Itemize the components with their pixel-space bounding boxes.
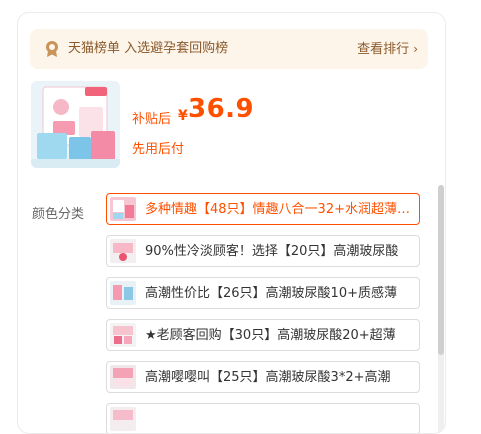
- options-scrollbar[interactable]: [438, 185, 444, 433]
- product-card: 天猫榜单 入选避孕套回购榜 查看排行 › 补贴后 ¥ 36.9 先用后付 颜色分类…: [17, 12, 446, 434]
- color-option-3[interactable]: 高潮性价比【26只】高潮玻尿酸10+质感薄: [106, 277, 420, 309]
- price-subsidy-label: 补贴后: [132, 112, 172, 127]
- color-option-6[interactable]: [106, 403, 420, 433]
- product-main-thumbnail[interactable]: [31, 81, 120, 168]
- scrollbar-thumb[interactable]: [438, 185, 444, 355]
- color-category-label: 颜色分类: [32, 207, 85, 222]
- color-option-5[interactable]: 高潮嘤嘤叫【25只】高潮玻尿酸3*2+高潮: [106, 361, 420, 393]
- color-option-label: 90%性冷淡顾客！选择【20只】高潮玻尿酸: [145, 244, 399, 259]
- color-option-label: 多种情趣【48只】情趣八合一32+水润超薄16: [145, 202, 413, 217]
- option-thumbnail: [110, 197, 136, 221]
- color-option-label: ★老顾客回购【30只】高潮玻尿酸20+超薄: [145, 328, 396, 343]
- ranking-badge-icon: [42, 39, 62, 59]
- ranking-banner[interactable]: 天猫榜单 入选避孕套回购榜 查看排行 ›: [30, 29, 428, 69]
- option-thumbnail: [110, 281, 136, 305]
- chevron-right-icon: ›: [413, 42, 418, 56]
- price-currency: ¥: [178, 108, 188, 124]
- view-ranking-label: 查看排行: [357, 42, 410, 57]
- ranking-text: 天猫榜单 入选避孕套回购榜: [68, 41, 229, 56]
- pay-later-label: 先用后付: [132, 142, 185, 157]
- option-thumbnail: [110, 239, 136, 263]
- color-option-1[interactable]: 多种情趣【48只】情趣八合一32+水润超薄16: [106, 193, 420, 225]
- option-thumbnail: [110, 407, 136, 431]
- color-option-2[interactable]: 90%性冷淡顾客！选择【20只】高潮玻尿酸: [106, 235, 420, 267]
- color-option-label: 高潮性价比【26只】高潮玻尿酸10+质感薄: [145, 286, 397, 301]
- color-option-label: 高潮嘤嘤叫【25只】高潮玻尿酸3*2+高潮: [145, 370, 391, 385]
- color-option-4[interactable]: ★老顾客回购【30只】高潮玻尿酸20+超薄: [106, 319, 420, 351]
- option-thumbnail: [110, 365, 136, 389]
- price-value: 36.9: [188, 94, 255, 124]
- view-ranking-link[interactable]: 查看排行 ›: [357, 39, 418, 60]
- option-thumbnail: [110, 323, 136, 347]
